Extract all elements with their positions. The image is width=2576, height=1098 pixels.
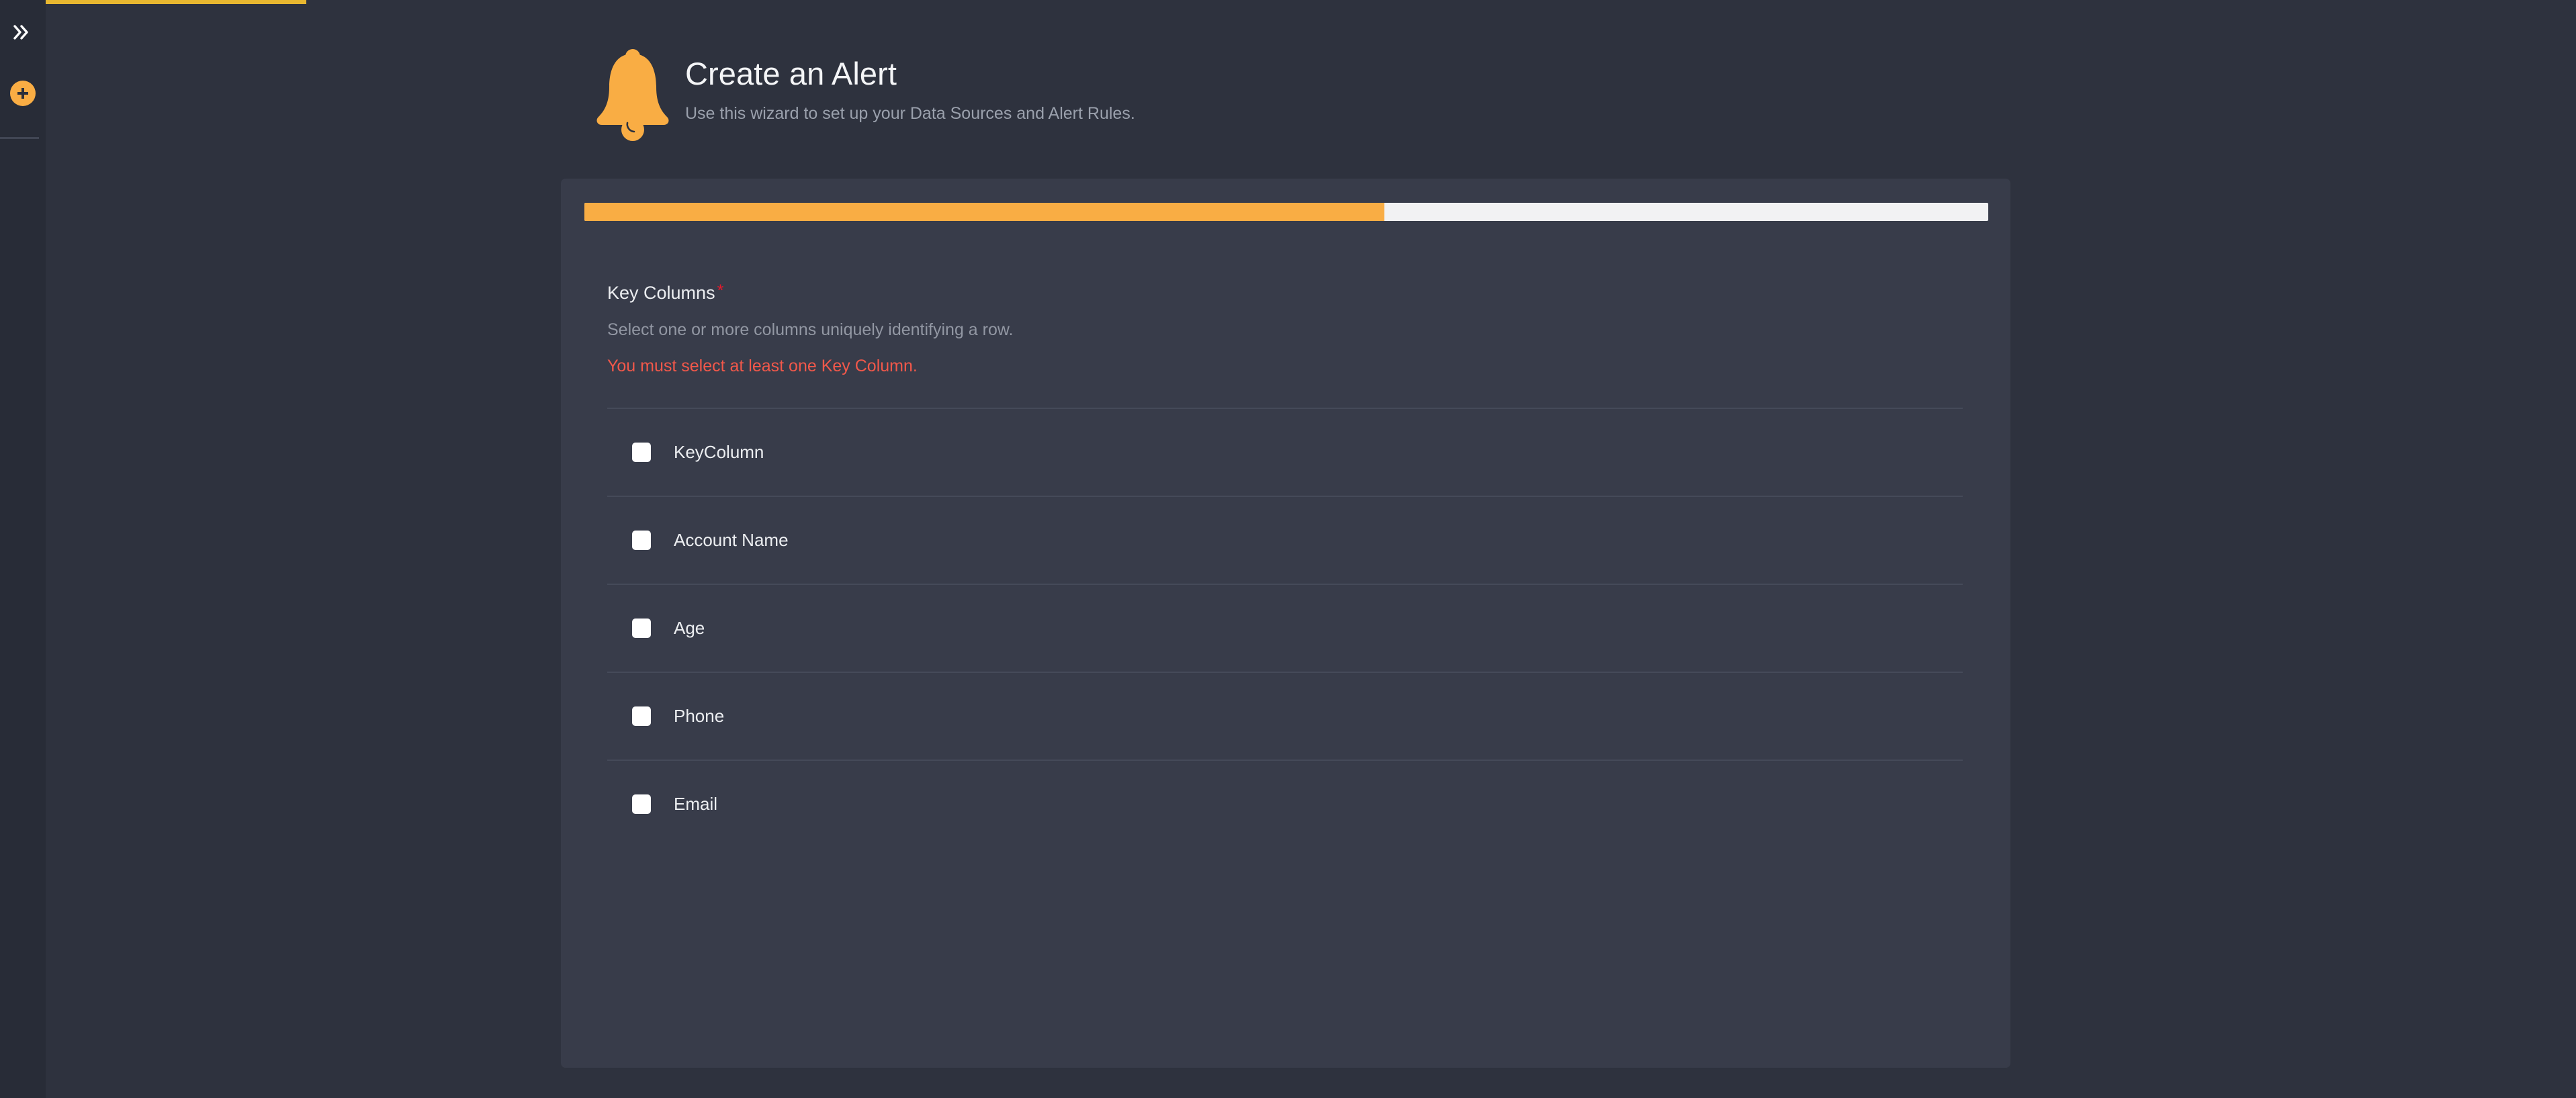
sidebar-add-button[interactable] bbox=[10, 81, 36, 106]
key-columns-error-message: You must select at least one Key Column. bbox=[607, 357, 918, 375]
top-loading-bar bbox=[46, 0, 2576, 4]
list-item[interactable]: Age bbox=[607, 584, 1963, 672]
checkbox-phone[interactable] bbox=[632, 706, 651, 726]
list-item[interactable]: Account Name bbox=[607, 496, 1963, 584]
checkbox-keycolumn[interactable] bbox=[632, 443, 651, 462]
page-subtitle: Use this wizard to set up your Data Sour… bbox=[685, 103, 1135, 123]
wizard-progress-fill bbox=[584, 203, 1385, 221]
plus-circle-icon bbox=[15, 86, 30, 101]
list-item[interactable]: Email bbox=[607, 760, 1963, 848]
list-item[interactable]: Phone bbox=[607, 672, 1963, 760]
page-title: Create an Alert bbox=[685, 56, 897, 91]
left-sidebar bbox=[0, 0, 46, 1098]
key-columns-label-text: Key Columns bbox=[607, 283, 715, 303]
key-columns-help-text: Select one or more columns uniquely iden… bbox=[607, 320, 1014, 339]
top-loading-bar-fill bbox=[46, 0, 306, 4]
checkbox-age[interactable] bbox=[632, 619, 651, 638]
wizard-card: Key Columns * Select one or more columns … bbox=[561, 179, 2010, 1068]
list-item-label: Phone bbox=[674, 706, 725, 726]
key-columns-label: Key Columns * bbox=[607, 283, 1964, 304]
list-item[interactable]: KeyColumn bbox=[607, 408, 1963, 496]
wizard-progress-bar bbox=[584, 203, 1988, 221]
checkbox-account-name[interactable] bbox=[632, 531, 651, 550]
list-item-label: KeyColumn bbox=[674, 442, 764, 462]
list-item-label: Account Name bbox=[674, 530, 789, 550]
wizard-step-body: Key Columns * Select one or more columns … bbox=[607, 283, 1964, 848]
list-item-label: Age bbox=[674, 618, 705, 638]
sidebar-expand-button[interactable] bbox=[8, 18, 38, 46]
checkbox-email[interactable] bbox=[632, 794, 651, 814]
list-item-label: Email bbox=[674, 794, 718, 814]
page-header: Create an Alert Use this wizard to set u… bbox=[592, 42, 1135, 142]
required-asterisk: * bbox=[717, 281, 724, 300]
double-chevron-right-icon bbox=[13, 24, 33, 41]
bell-icon bbox=[592, 42, 673, 142]
app-root: Create an Alert Use this wizard to set u… bbox=[0, 0, 2576, 1098]
key-columns-list: KeyColumn Account Name Age Phone Email bbox=[607, 408, 1963, 848]
sidebar-divider bbox=[0, 137, 39, 139]
